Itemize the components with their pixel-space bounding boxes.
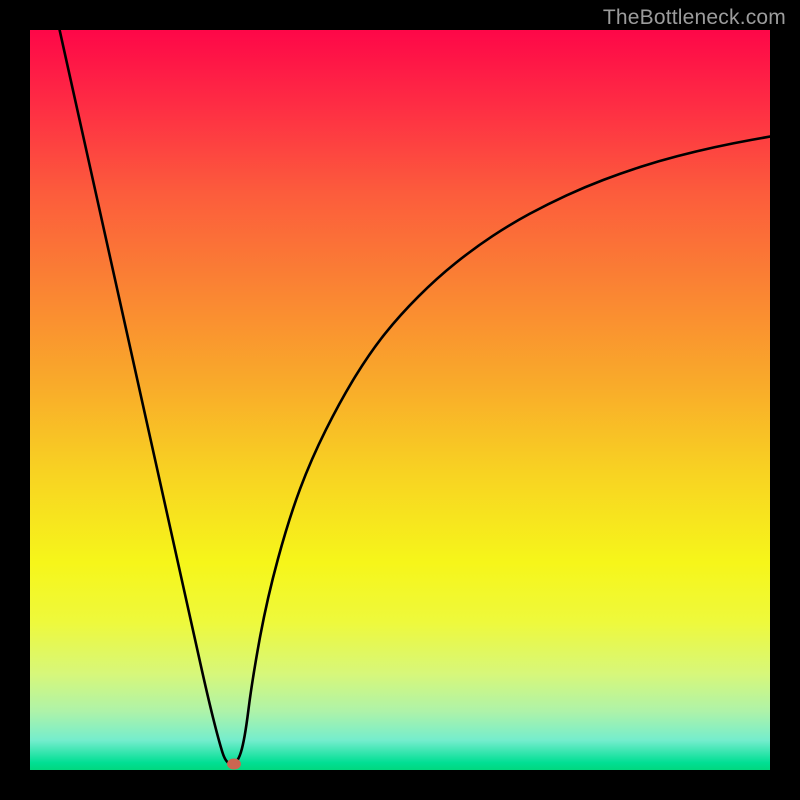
plot-area <box>30 30 770 770</box>
chart-frame: TheBottleneck.com <box>0 0 800 800</box>
bottleneck-curve <box>30 30 770 770</box>
attribution-text: TheBottleneck.com <box>603 6 786 30</box>
highlight-dot <box>227 759 241 770</box>
curve-path <box>60 30 770 764</box>
